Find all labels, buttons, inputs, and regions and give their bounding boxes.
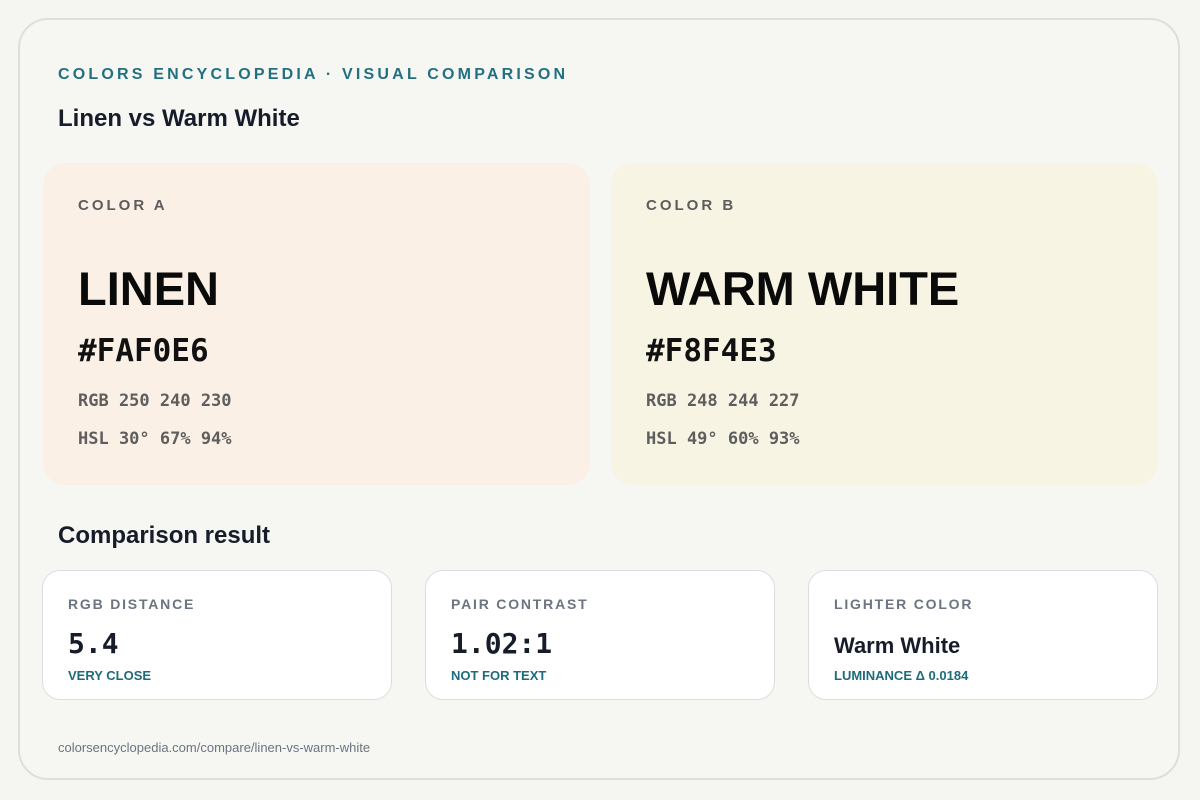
color-a-swatch: COLOR A LINEN #FAF0E6 RGB 250 240 230 HS… bbox=[43, 163, 590, 485]
lighter-color-card: LIGHTER COLOR Warm White LUMINANCE Δ 0.0… bbox=[808, 570, 1158, 700]
color-b-rgb: RGB 248 244 227 bbox=[646, 391, 800, 411]
color-a-hex: #FAF0E6 bbox=[78, 333, 209, 369]
metric-note: LUMINANCE Δ 0.0184 bbox=[834, 668, 969, 683]
page-title: Linen vs Warm White bbox=[58, 105, 300, 132]
metric-value: 1.02:1 bbox=[451, 627, 553, 660]
metric-label: LIGHTER COLOR bbox=[834, 596, 974, 612]
metric-value: 5.4 bbox=[68, 627, 119, 660]
metric-label: PAIR CONTRAST bbox=[451, 596, 589, 612]
color-b-swatch: COLOR B WARM WHITE #F8F4E3 RGB 248 244 2… bbox=[611, 163, 1158, 485]
rgb-distance-card: RGB DISTANCE 5.4 VERY CLOSE bbox=[42, 570, 392, 700]
color-a-name: LINEN bbox=[78, 262, 219, 315]
color-b-hex: #F8F4E3 bbox=[646, 333, 777, 369]
metric-note: VERY CLOSE bbox=[68, 668, 152, 683]
color-b-name: WARM WHITE bbox=[646, 262, 960, 315]
metric-note: NOT FOR TEXT bbox=[451, 668, 547, 683]
color-b-hsl: HSL 49° 60% 93% bbox=[646, 429, 800, 449]
eyebrow-label: COLORS ENCYCLOPEDIA · VISUAL COMPARISON bbox=[58, 66, 569, 83]
color-a-label: COLOR A bbox=[78, 197, 168, 214]
color-a-rgb: RGB 250 240 230 bbox=[78, 391, 232, 411]
metric-value: Warm White bbox=[834, 633, 961, 658]
color-a-hsl: HSL 30° 67% 94% bbox=[78, 429, 232, 449]
source-url[interactable]: colorsencyclopedia.com/compare/linen-vs-… bbox=[58, 740, 370, 755]
pair-contrast-card: PAIR CONTRAST 1.02:1 NOT FOR TEXT bbox=[425, 570, 775, 700]
metric-label: RGB DISTANCE bbox=[68, 596, 196, 612]
color-b-label: COLOR B bbox=[646, 197, 737, 214]
comparison-title: Comparison result bbox=[58, 522, 271, 549]
